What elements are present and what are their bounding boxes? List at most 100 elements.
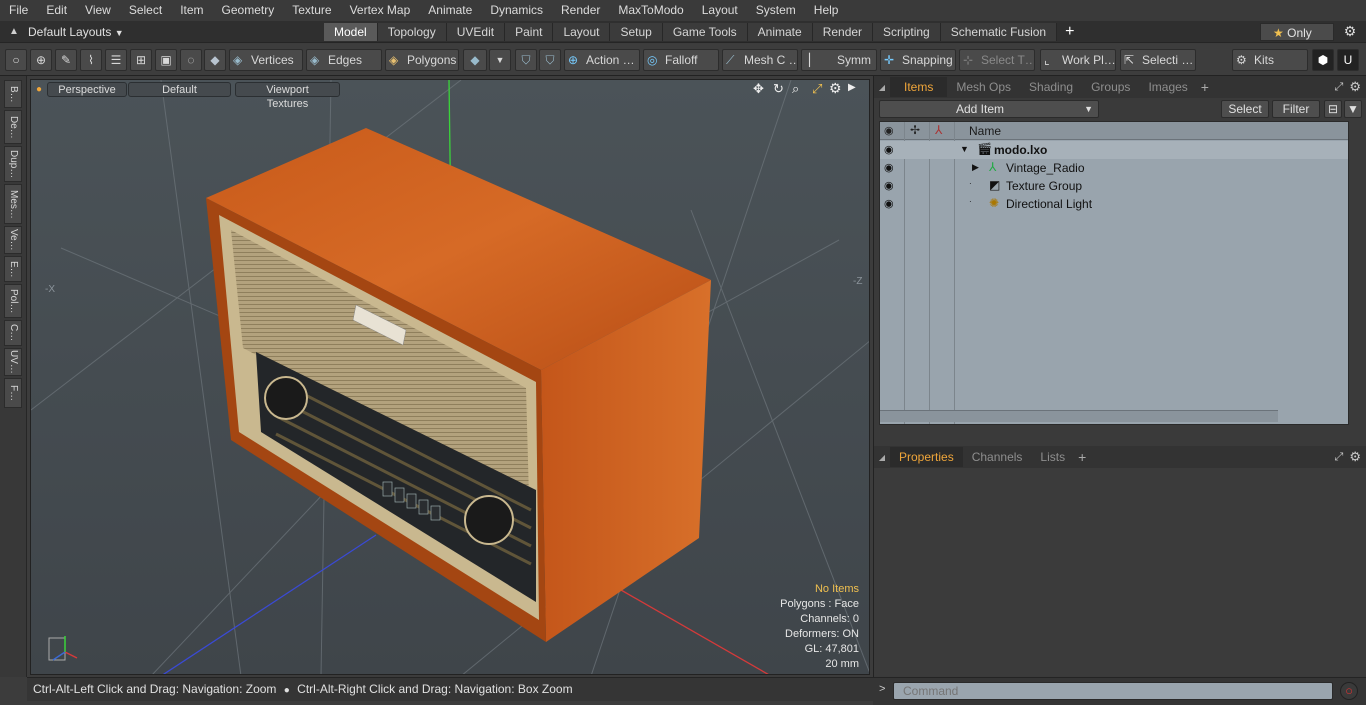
symmetry-shield2-icon[interactable]: ⛉ [539, 49, 561, 71]
menu-help[interactable]: Help [805, 0, 848, 21]
snapping-button[interactable]: ✛ Snapping [880, 49, 956, 71]
tab-shading[interactable]: Shading [1020, 77, 1082, 97]
symmetry-shield-icon[interactable]: ⛉ [515, 49, 537, 71]
funnel-icon[interactable]: ▼ [1344, 100, 1362, 118]
select-button[interactable]: Select [1221, 100, 1269, 118]
menu-vertex-map[interactable]: Vertex Map [341, 0, 420, 21]
visibility-eye-icon[interactable]: ◉ [884, 143, 896, 156]
left-tab-mesh-edit[interactable]: Mes… [4, 184, 22, 224]
tab-mesh-ops[interactable]: Mesh Ops [947, 77, 1020, 97]
materials-dropdown[interactable]: ▼ [489, 49, 511, 71]
radio-model[interactable] [206, 128, 711, 642]
tab-channels[interactable]: Channels [963, 447, 1032, 467]
expand-arrow-icon[interactable]: ▼ [960, 144, 969, 154]
left-tab-deform[interactable]: De… [4, 110, 22, 144]
viewport-expand-icon[interactable]: ▶ [848, 82, 856, 93]
fit-icon[interactable]: ⤢ [812, 81, 822, 97]
globe-icon[interactable]: ⊕ [30, 49, 52, 71]
only-toggle[interactable]: ★ Only [1260, 22, 1334, 41]
view-type-button[interactable]: Perspective [47, 82, 127, 97]
pan-icon[interactable]: ✥ [753, 81, 764, 97]
menu-edit[interactable]: Edit [37, 0, 76, 21]
falloff-button[interactable]: ◎ Falloff [643, 49, 719, 71]
vertices-button[interactable]: ◈ Vertices [229, 49, 303, 71]
selection-sets-button[interactable]: ⇱ Selecti … [1120, 49, 1196, 71]
tab-animate[interactable]: Animate [747, 22, 813, 41]
menu-file[interactable]: File [0, 0, 37, 21]
left-tab-duplicate[interactable]: Dup… [4, 146, 22, 182]
panel-gear-icon[interactable]: ⚙ [1347, 79, 1366, 95]
filter-button[interactable]: Filter [1272, 100, 1320, 118]
left-tab-basic[interactable]: B… [4, 80, 22, 108]
tab-model[interactable]: Model [324, 22, 378, 41]
cube-logo-icon[interactable]: ⬢ [1312, 49, 1334, 71]
items-panel-menu-icon[interactable]: ◢ [874, 83, 890, 92]
visibility-eye-icon[interactable]: ◉ [884, 179, 896, 192]
polygons-button[interactable]: ◈ Polygons [385, 49, 459, 71]
pen-icon[interactable]: ✎ [55, 49, 77, 71]
tab-scripting[interactable]: Scripting [873, 22, 941, 41]
properties-panel-menu-icon[interactable]: ◢ [874, 453, 890, 462]
left-tab-curve[interactable]: C… [4, 320, 22, 346]
mesh-cleanup-button[interactable]: ⟋ Mesh C … [722, 49, 798, 71]
layout-preset-dropdown[interactable]: Default Layouts ▼ [28, 25, 324, 39]
menu-system[interactable]: System [747, 0, 805, 21]
select-through-button[interactable]: ⊹ Select T… [959, 49, 1035, 71]
unreal-logo-icon[interactable]: U [1337, 49, 1359, 71]
symmetry-button[interactable]: ⎪ Symm … [801, 49, 877, 71]
tab-topology[interactable]: Topology [377, 22, 447, 41]
layout-arrow-icon[interactable]: ▲ [0, 26, 28, 37]
add-properties-tab-icon[interactable]: + [1074, 449, 1090, 465]
expand-arrow-icon[interactable]: ▶ [972, 162, 979, 173]
tab-items[interactable]: Items [890, 77, 948, 97]
tab-paint[interactable]: Paint [505, 22, 554, 41]
add-tab-plus-icon[interactable]: + [1057, 23, 1082, 41]
tab-images[interactable]: Images [1139, 77, 1196, 97]
menu-animate[interactable]: Animate [419, 0, 481, 21]
align-icon[interactable]: ☰ [105, 49, 127, 71]
collapse-icon[interactable]: ⊟ [1324, 100, 1342, 118]
menu-maxtomodo[interactable]: MaxToModo [609, 0, 692, 21]
gear-icon[interactable]: ⚙ [1334, 23, 1366, 40]
lasso-icon[interactable]: ◌ [180, 49, 202, 71]
menu-dynamics[interactable]: Dynamics [481, 0, 552, 21]
center-icon[interactable]: ⊞ [130, 49, 152, 71]
tab-setup[interactable]: Setup [610, 22, 663, 41]
list-item[interactable]: ◉ · ✺ Directional Light [880, 195, 1348, 213]
tab-render[interactable]: Render [812, 22, 874, 41]
list-item[interactable]: ◉ · ◩ Texture Group [880, 177, 1348, 195]
item-mode-icon[interactable]: ◆ [204, 49, 226, 71]
menu-texture[interactable]: Texture [283, 0, 340, 21]
record-icon[interactable]: ○ [1340, 682, 1358, 700]
command-input[interactable] [893, 682, 1333, 700]
panel-expand-icon[interactable]: ⤢ [1331, 81, 1348, 94]
viewport-gear-icon[interactable]: ⚙ [829, 80, 842, 97]
menu-geometry[interactable]: Geometry [213, 0, 284, 21]
tab-properties[interactable]: Properties [890, 447, 963, 467]
shading-button[interactable]: Default [128, 82, 231, 97]
tab-schematic-fusion[interactable]: Schematic Fusion [940, 22, 1058, 41]
box-icon[interactable]: ▣ [155, 49, 177, 71]
menu-render[interactable]: Render [552, 0, 609, 21]
viewport-scene[interactable] [31, 80, 870, 675]
tab-game-tools[interactable]: Game Tools [662, 22, 748, 41]
menu-item[interactable]: Item [171, 0, 212, 21]
add-panel-tab-icon[interactable]: + [1197, 79, 1213, 95]
materials-button[interactable]: ◆ [463, 49, 487, 71]
menu-select[interactable]: Select [120, 0, 171, 21]
kits-button[interactable]: ⚙ Kits [1232, 49, 1308, 71]
viewport-textures-button[interactable]: Viewport Textures [235, 82, 340, 110]
tab-layout[interactable]: Layout [553, 22, 611, 41]
tab-lists[interactable]: Lists [1031, 447, 1074, 467]
visibility-eye-icon[interactable]: ◉ [884, 161, 896, 174]
menu-view[interactable]: View [76, 0, 120, 21]
work-plane-button[interactable]: ⌞ Work Pl… [1040, 49, 1116, 71]
action-center-button[interactable]: ⊕ Action … [564, 49, 640, 71]
brush-icon[interactable]: ⌇ [80, 49, 102, 71]
circle-select-icon[interactable]: ○ [5, 49, 27, 71]
rotate-icon[interactable]: ↻ [773, 81, 784, 97]
left-tab-fusion[interactable]: F… [4, 378, 22, 408]
tab-groups[interactable]: Groups [1082, 77, 1139, 97]
add-item-dropdown[interactable]: Add Item ▼ [879, 100, 1099, 118]
left-tab-uv[interactable]: UV… [4, 348, 22, 376]
